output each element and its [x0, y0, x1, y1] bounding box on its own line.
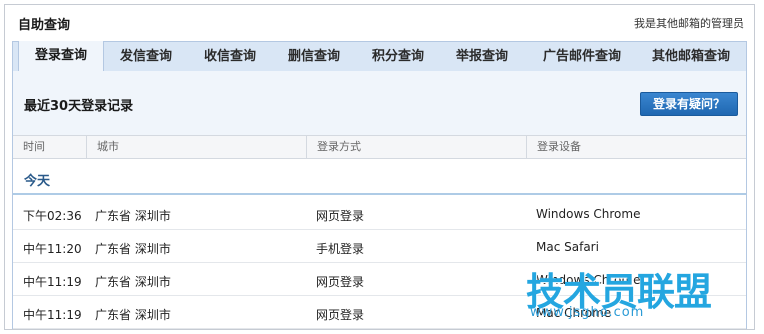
table-row: 下午02:36 广东省 深圳市 网页登录 Windows Chrome [13, 197, 746, 230]
table-header: 时间 城市 登录方式 登录设备 [13, 135, 746, 159]
cell-device: Windows Chrome [536, 273, 641, 287]
cell-method: 网页登录 [316, 209, 365, 223]
tab-bar: 登录查询 发信查询 收信查询 删信查询 积分查询 举报查询 广告邮件查询 其他邮… [12, 41, 747, 73]
login-records-panel: 最近30天登录记录 登录有疑问？ 时间 城市 登录方式 登录设备 今天 下午02… [12, 71, 747, 329]
cell-device: Mac Chrome [536, 306, 612, 320]
column-header-time: 时间 [23, 140, 45, 153]
cell-city: 广东省 深圳市 [95, 209, 171, 223]
cell-city: 广东省 深圳市 [95, 242, 171, 256]
tab-login-query[interactable]: 登录查询 [18, 41, 104, 73]
admin-link[interactable]: 我是其他邮箱的管理员 [634, 15, 744, 31]
login-help-button[interactable]: 登录有疑问？ [640, 92, 738, 116]
section-title: 最近30天登录记录 [24, 99, 134, 114]
cell-method: 网页登录 [316, 275, 365, 289]
tab-report-query[interactable]: 举报查询 [441, 42, 523, 72]
tab-deleted-query[interactable]: 删信查询 [273, 42, 355, 72]
tab-received-query[interactable]: 收信查询 [189, 42, 271, 72]
cell-city: 广东省 深圳市 [95, 308, 171, 322]
group-header-today: 今天 [13, 159, 746, 195]
cell-time: 中午11:19 [23, 308, 82, 322]
self-service-query-panel: 自助查询 我是其他邮箱的管理员 登录查询 发信查询 收信查询 删信查询 积分查询… [4, 4, 755, 330]
tab-ad-mail-query[interactable]: 广告邮件查询 [527, 42, 637, 72]
tab-points-query[interactable]: 积分查询 [357, 42, 439, 72]
cell-city: 广东省 深圳市 [95, 275, 171, 289]
column-header-city: 城市 [86, 136, 306, 158]
page-title: 自助查询 [18, 18, 71, 33]
cell-method: 网页登录 [316, 308, 365, 322]
cell-time: 中午11:20 [23, 242, 82, 256]
cell-time: 下午02:36 [23, 209, 82, 223]
column-header-device: 登录设备 [526, 136, 748, 158]
tab-other-mailbox-query[interactable]: 其他邮箱查询 [639, 42, 743, 72]
tab-sent-query[interactable]: 发信查询 [105, 42, 187, 72]
cell-device: Mac Safari [536, 240, 599, 254]
group-label: 今天 [24, 174, 51, 189]
column-header-method: 登录方式 [306, 136, 526, 158]
table-row: 中午11:20 广东省 深圳市 手机登录 Mac Safari [13, 230, 746, 263]
table-row: 中午11:19 广东省 深圳市 网页登录 Mac Chrome [13, 296, 746, 329]
cell-device: Windows Chrome [536, 207, 641, 221]
cell-method: 手机登录 [316, 242, 365, 256]
table-row: 中午11:19 广东省 深圳市 网页登录 Windows Chrome [13, 263, 746, 296]
cell-time: 中午11:19 [23, 275, 82, 289]
top-bar: 自助查询 我是其他邮箱的管理员 [5, 5, 754, 41]
section-header: 最近30天登录记录 登录有疑问？ [13, 71, 746, 135]
